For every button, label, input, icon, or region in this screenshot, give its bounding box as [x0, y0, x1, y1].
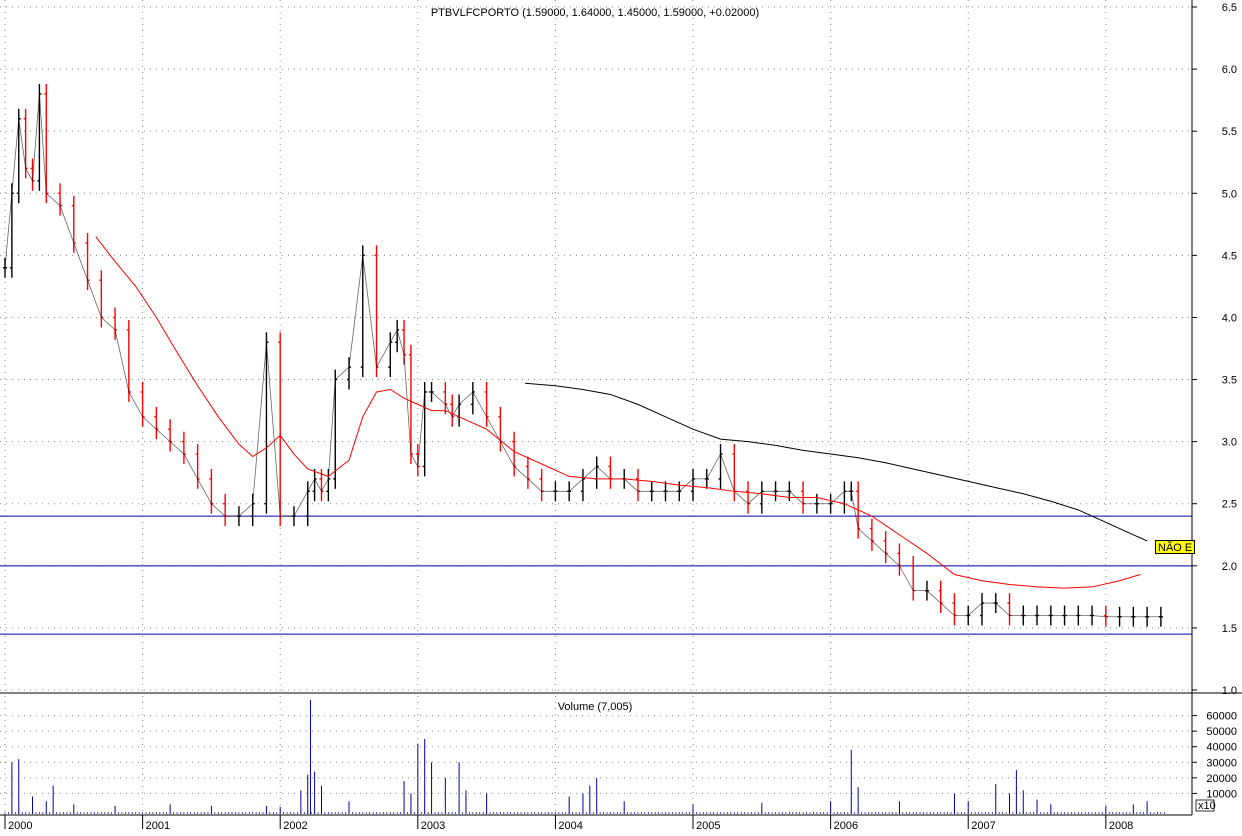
- x-tick-label: 2008: [1109, 820, 1133, 831]
- chart-canvas: 6.5 6.0 5.5 5.0 4.5 4.0 3.5 3.0 2.5 2.0 1.5 1.0 6000…: [0, 0, 1242, 832]
- volume-y-tick-label: 40000: [1206, 742, 1237, 754]
- y-tick-label: 6.5: [1222, 2, 1237, 14]
- x-tick-label: 2002: [283, 820, 307, 831]
- volume-scale-label: x10: [1198, 800, 1216, 812]
- y-tick-label: 6.0: [1222, 64, 1237, 76]
- y-tick-label: 5.0: [1222, 188, 1237, 200]
- x-tick-label: 2003: [421, 820, 445, 831]
- chart-title: PTBVLFCPORTO (1.59000, 1.64000, 1.45000,…: [431, 7, 759, 19]
- volume-y-tick-label: 30000: [1206, 757, 1237, 769]
- x-tick-label: 2006: [834, 820, 858, 831]
- y-tick-label: 2.0: [1222, 561, 1237, 573]
- price-panel: [0, 83, 1192, 635]
- y-tick-label: 3.5: [1222, 375, 1237, 387]
- x-tick-label: 2007: [971, 820, 995, 831]
- x-tick-label: 2004: [558, 820, 582, 831]
- volume-y-tick-label: 20000: [1206, 773, 1237, 785]
- volume-title: Volume (7,005): [558, 701, 633, 713]
- moving-average-red: [95, 236, 1141, 589]
- x-tick-label: 2005: [696, 820, 720, 831]
- y-tick-label: 3.0: [1222, 437, 1237, 449]
- y-tick-label: 5.5: [1222, 126, 1237, 138]
- chart-svg: 6.5 6.0 5.5 5.0 4.5 4.0 3.5 3.0 2.5 2.0 1.5 1.0 6000…: [0, 0, 1242, 832]
- x-tick-label: 2001: [146, 820, 170, 831]
- y-tick-label: 1.0: [1222, 685, 1237, 697]
- y-tick-label: 4.0: [1222, 312, 1237, 324]
- volume-y-tick-label: 50000: [1206, 726, 1237, 738]
- price-tag: NÃO E: [1155, 540, 1195, 554]
- volume-y-tick-label: 10000: [1206, 788, 1237, 800]
- volume-panel: [4, 700, 1165, 814]
- volume-y-tick-label: 60000: [1206, 711, 1237, 723]
- x-tick-label: 2000: [8, 820, 32, 831]
- y-tick-label: 1.5: [1222, 623, 1237, 635]
- y-tick-label: 4.5: [1222, 250, 1237, 262]
- y-tick-label: 2.5: [1222, 499, 1237, 511]
- moving-average-black: [525, 382, 1148, 542]
